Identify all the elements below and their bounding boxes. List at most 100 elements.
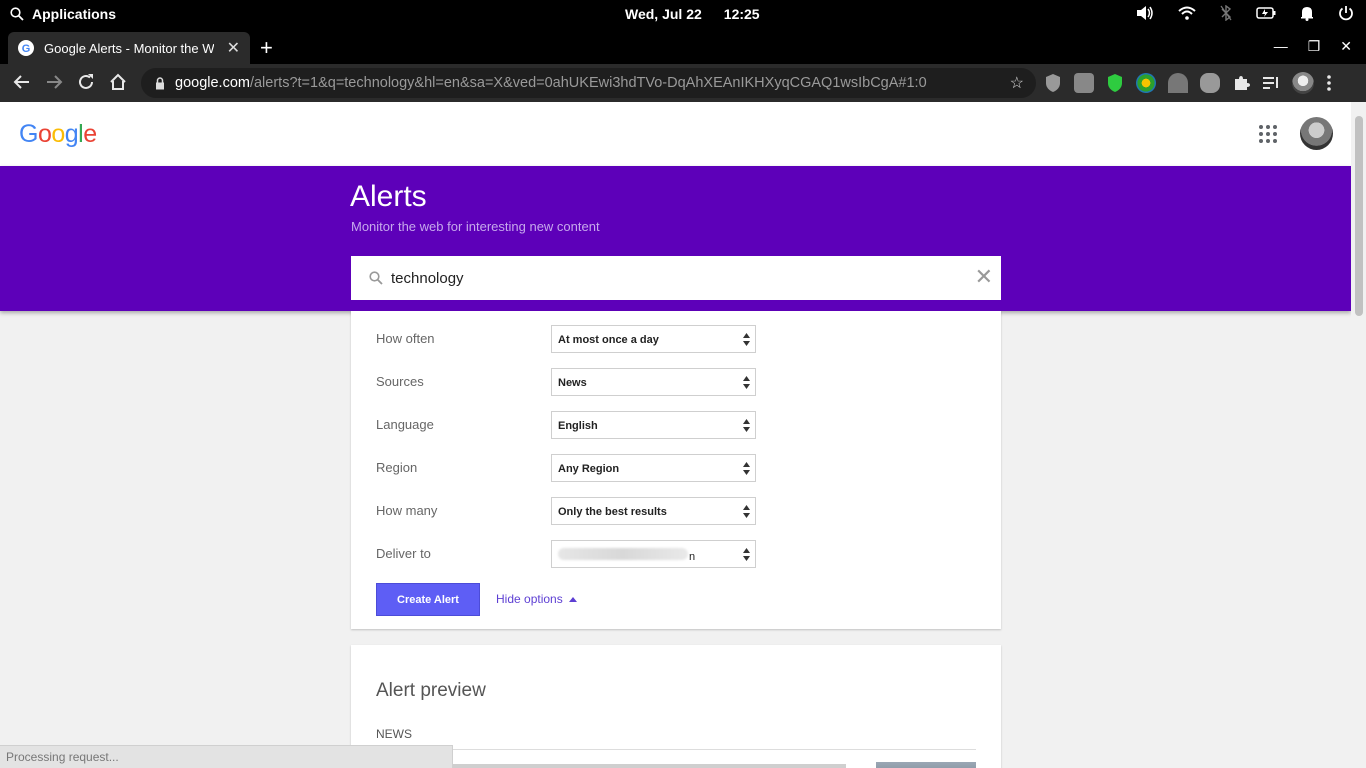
page-content: Google Alerts Monitor the web for intere… bbox=[0, 102, 1351, 768]
clock-time: 12:25 bbox=[723, 6, 760, 22]
option-row: How often At most once a day bbox=[376, 325, 756, 353]
media-queue-icon[interactable] bbox=[1262, 75, 1280, 91]
rainbow-extension-icon[interactable] bbox=[1168, 73, 1188, 93]
scrollbar-thumb[interactable] bbox=[1355, 116, 1363, 316]
search-icon bbox=[369, 271, 383, 285]
clock-date: Wed, Jul 22 bbox=[625, 6, 702, 22]
option-row: Deliver to n bbox=[376, 540, 756, 568]
restore-icon[interactable]: ❐ bbox=[1308, 38, 1321, 55]
alert-options-card: Create Alert Hide options How often At mo… bbox=[351, 311, 1001, 629]
tab-strip: G Google Alerts - Monitor the Web ✕ + — … bbox=[0, 30, 1366, 64]
logo-letter: e bbox=[83, 120, 97, 148]
clear-query-icon[interactable]: ✕ bbox=[975, 264, 993, 290]
minimize-icon[interactable]: — bbox=[1274, 38, 1288, 55]
wifi-icon[interactable] bbox=[1178, 6, 1196, 20]
tab-title: Google Alerts - Monitor the Web bbox=[44, 40, 214, 56]
google-header: Google bbox=[0, 102, 1351, 166]
green-shield-extension-icon[interactable] bbox=[1106, 73, 1124, 93]
globe-extension-icon[interactable] bbox=[1136, 73, 1156, 93]
notification-bell-icon[interactable] bbox=[1300, 5, 1314, 21]
page-scrollbar[interactable] bbox=[1351, 102, 1366, 768]
option-label: Language bbox=[376, 417, 434, 432]
hide-options-link[interactable]: Hide options bbox=[496, 592, 577, 606]
redacted-email bbox=[558, 548, 688, 560]
query-text: technology bbox=[391, 269, 464, 287]
alert-query-input[interactable]: technology ✕ bbox=[351, 256, 1001, 300]
option-value: At most once a day bbox=[558, 334, 659, 346]
option-select[interactable]: News bbox=[551, 368, 756, 396]
back-icon[interactable] bbox=[12, 72, 32, 92]
select-arrows-icon bbox=[743, 548, 750, 561]
svg-text:G: G bbox=[22, 43, 31, 55]
profile-avatar[interactable] bbox=[1292, 72, 1314, 94]
forward-icon[interactable] bbox=[44, 72, 64, 92]
create-alert-button[interactable]: Create Alert bbox=[376, 583, 480, 616]
option-label: Region bbox=[376, 460, 418, 475]
reader-extension-icon[interactable] bbox=[1074, 73, 1094, 93]
puzzle-extensions-icon[interactable] bbox=[1232, 74, 1250, 92]
page-subtitle: Monitor the web for interesting new cont… bbox=[351, 219, 600, 234]
select-arrows-icon bbox=[743, 419, 750, 432]
power-icon[interactable] bbox=[1338, 5, 1354, 21]
tab-google-alerts[interactable]: G Google Alerts - Monitor the Web ✕ bbox=[8, 32, 250, 64]
shield-extension-icon[interactable] bbox=[1044, 73, 1062, 93]
option-label: Sources bbox=[376, 374, 424, 389]
caret-up-icon bbox=[568, 596, 577, 602]
option-value: Only the best results bbox=[558, 506, 667, 518]
email-tail: n bbox=[689, 551, 696, 563]
bookmark-star-icon[interactable]: ☆ bbox=[1010, 73, 1024, 93]
extensions-area bbox=[1044, 72, 1332, 94]
url-text: google.com/alerts?t=1&q=technology&hl=en… bbox=[175, 75, 927, 91]
logo-letter: g bbox=[64, 120, 79, 148]
status-bubble: Processing request... bbox=[0, 745, 453, 768]
hide-options-label: Hide options bbox=[496, 592, 563, 606]
close-window-icon[interactable]: ✕ bbox=[1340, 38, 1352, 55]
option-row: How many Only the best results bbox=[376, 497, 756, 525]
clock[interactable]: Wed, Jul 22 12:25 bbox=[625, 6, 760, 22]
option-value: Any Region bbox=[558, 463, 620, 475]
select-arrows-icon bbox=[743, 333, 750, 346]
google-apps-icon[interactable] bbox=[1259, 125, 1277, 143]
logo-letter: o bbox=[37, 120, 52, 148]
account-avatar[interactable] bbox=[1300, 117, 1333, 150]
preview-category: NEWS bbox=[376, 727, 412, 741]
option-select[interactable]: n bbox=[551, 540, 756, 568]
option-select[interactable]: English bbox=[551, 411, 756, 439]
select-arrows-icon bbox=[743, 462, 750, 475]
people-extension-icon[interactable] bbox=[1200, 73, 1220, 93]
home-icon[interactable] bbox=[108, 72, 128, 92]
reload-icon[interactable] bbox=[76, 72, 96, 92]
bluetooth-off-icon[interactable] bbox=[1220, 5, 1232, 21]
preview-title: Alert preview bbox=[376, 680, 486, 701]
lock-icon bbox=[156, 76, 164, 89]
alerts-banner: Alerts Monitor the web for interesting n… bbox=[0, 166, 1351, 311]
kebab-menu-icon[interactable] bbox=[1326, 74, 1332, 92]
select-arrows-icon bbox=[743, 376, 750, 389]
address-bar[interactable]: google.com/alerts?t=1&q=technology&hl=en… bbox=[141, 68, 1036, 98]
google-logo[interactable]: Google bbox=[19, 120, 97, 149]
applications-label: Applications bbox=[32, 6, 117, 22]
option-select[interactable]: Only the best results bbox=[551, 497, 756, 525]
tab-close-icon[interactable]: ✕ bbox=[227, 38, 240, 58]
volume-icon[interactable] bbox=[1136, 5, 1154, 21]
option-select[interactable]: Any Region bbox=[551, 454, 756, 482]
browser-toolbar: google.com/alerts?t=1&q=technology&hl=en… bbox=[0, 64, 1366, 102]
option-label: Deliver to bbox=[376, 546, 431, 561]
page-title: Alerts bbox=[350, 180, 427, 213]
option-value: News bbox=[558, 377, 587, 389]
preview-article-thumbnail[interactable] bbox=[876, 762, 976, 768]
option-row: Region Any Region bbox=[376, 454, 756, 482]
applications-menu[interactable]: Applications bbox=[10, 6, 116, 22]
os-top-bar: Applications Wed, Jul 22 12:25 bbox=[0, 0, 1366, 30]
divider bbox=[376, 749, 976, 750]
window-controls: — ❐ ✕ bbox=[1274, 38, 1352, 55]
option-select[interactable]: At most once a day bbox=[551, 325, 756, 353]
battery-charging-icon[interactable] bbox=[1256, 7, 1276, 19]
new-tab-button[interactable]: + bbox=[260, 35, 273, 61]
option-label: How many bbox=[376, 503, 438, 518]
select-arrows-icon bbox=[743, 505, 750, 518]
search-icon bbox=[10, 7, 24, 21]
logo-letter: o bbox=[51, 120, 65, 148]
option-label: How often bbox=[376, 331, 435, 346]
logo-letter: G bbox=[19, 120, 38, 148]
